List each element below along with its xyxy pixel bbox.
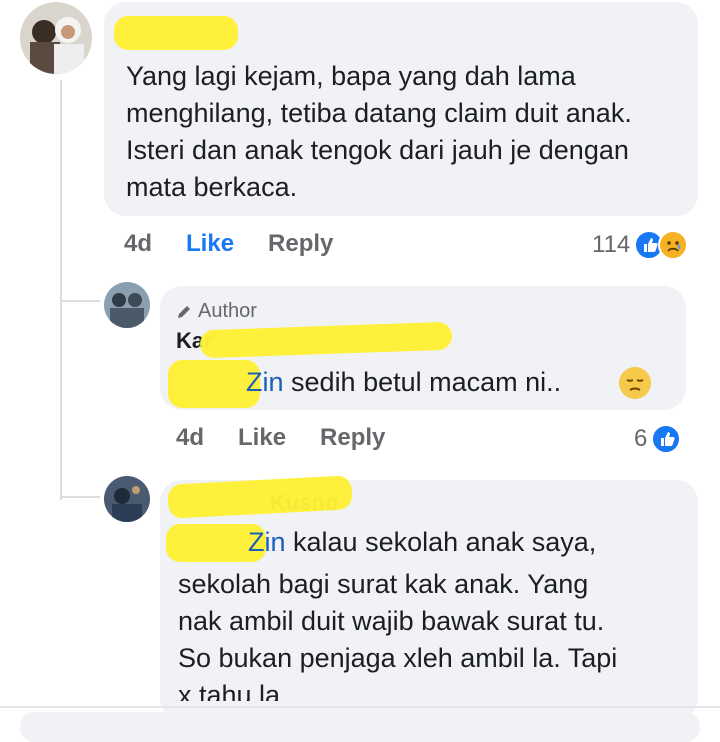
comment-text: Zin sedih betul macam ni..	[246, 367, 562, 397]
comment-bubble: Yang lagi kejam, bapa yang dah lama meng…	[104, 2, 698, 216]
comment-actions: 4d Like Reply	[176, 424, 419, 452]
mention-link[interactable]: Zin	[246, 367, 284, 397]
comment-text: Zin kalau sekolah anak saya,	[248, 527, 597, 557]
comment-time[interactable]: 4d	[176, 424, 204, 452]
reply-bubble: Author Kar Zin sedih betul macam ni..	[160, 286, 686, 410]
reaction-summary[interactable]: 6	[634, 424, 682, 454]
reaction-summary[interactable]: 114	[592, 230, 689, 260]
reply-button[interactable]: Reply	[320, 424, 385, 452]
like-button[interactable]: Like	[238, 424, 286, 452]
comment-input-bar[interactable]	[20, 712, 700, 742]
author-badge: Author	[176, 300, 257, 323]
comment-actions: 4d Like Reply	[124, 230, 367, 258]
reply-button[interactable]: Reply	[268, 230, 333, 258]
reaction-count: 6	[634, 425, 648, 452]
comment-text-continued: sekolah bagi surat kak anak. Yang nak am…	[178, 569, 618, 701]
pensive-emoji-icon	[619, 367, 651, 399]
redaction-highlight	[114, 16, 238, 50]
redaction-highlight	[199, 321, 453, 359]
thread-line-main	[60, 80, 62, 500]
comment-time[interactable]: 4d	[124, 230, 152, 258]
reaction-count: 114	[592, 231, 631, 258]
avatar[interactable]	[104, 282, 150, 328]
divider	[0, 706, 720, 708]
thread-branch-1	[60, 300, 100, 302]
reply-bubble: Kusno Zin kalau sekolah anak saya, sekol…	[160, 475, 698, 720]
thread-branch-2	[60, 496, 100, 498]
like-button[interactable]: Like	[186, 230, 234, 258]
sad-reaction-icon	[658, 230, 689, 260]
like-reaction-icon	[651, 424, 682, 454]
pen-icon	[178, 305, 190, 318]
avatar[interactable]	[20, 2, 92, 74]
mention-link[interactable]: Zin	[248, 527, 286, 557]
comment-text: Yang lagi kejam, bapa yang dah lama meng…	[126, 61, 632, 202]
avatar[interactable]	[104, 476, 150, 522]
